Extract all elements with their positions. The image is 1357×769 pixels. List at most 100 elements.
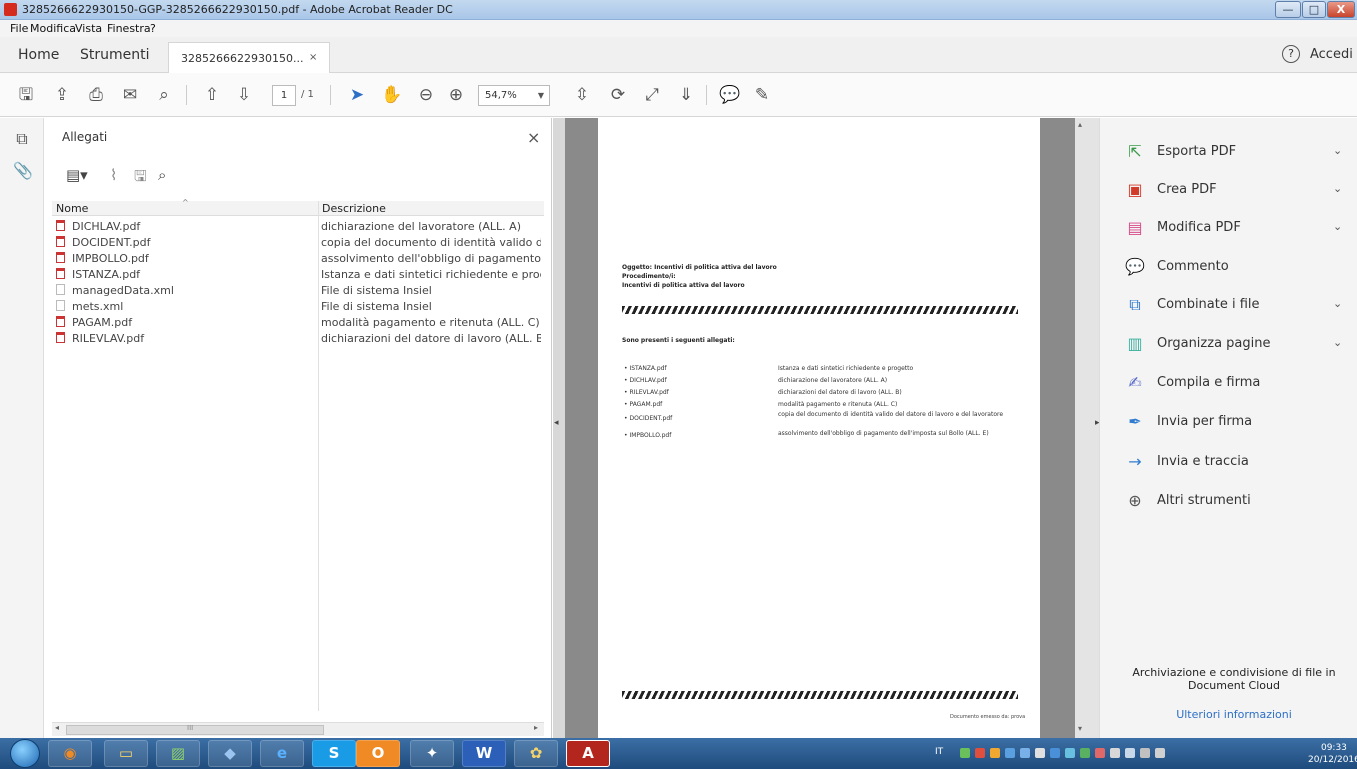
file-row[interactable]: IMPBOLLO.pdf assolvimento dell'obbligo d…	[52, 251, 544, 267]
tab-tools[interactable]: Strumenti	[80, 47, 150, 63]
menu-help[interactable]: ?	[150, 22, 156, 35]
close-icon[interactable]: ×	[527, 128, 540, 147]
app-icon[interactable]: ◆	[208, 740, 252, 767]
chevron-down-icon[interactable]: ⌄	[1333, 144, 1342, 157]
chevron-down-icon[interactable]: ⌄	[1333, 220, 1342, 233]
email-icon[interactable]: ✉	[118, 83, 142, 107]
scroll-mode-icon[interactable]: ⇓	[674, 83, 698, 107]
tray-icon[interactable]	[1080, 748, 1090, 758]
rotate-icon[interactable]: ⟳	[606, 83, 630, 107]
save-icon[interactable]: 🖫	[14, 83, 38, 107]
start-button[interactable]	[10, 739, 40, 768]
tab-close-icon[interactable]: ×	[309, 52, 317, 63]
search-attachment-icon[interactable]: ⌕	[158, 166, 166, 184]
paint-icon[interactable]: ✿	[514, 740, 558, 767]
tray-icon[interactable]	[975, 748, 985, 758]
page-thumbnails-icon[interactable]: ⧉	[13, 130, 31, 148]
menu-modifica[interactable]: Modifica	[30, 22, 76, 35]
chevron-down-icon[interactable]: ⌄	[1333, 297, 1342, 310]
tray-icon[interactable]	[1005, 748, 1015, 758]
upload-icon[interactable]: ⇪	[50, 83, 74, 107]
zoom-select[interactable]: 54,7% ▼	[478, 85, 550, 106]
options-menu-icon[interactable]: ▤▾	[66, 166, 88, 184]
word-icon[interactable]: W	[462, 740, 506, 767]
scroll-right-icon[interactable]: ▸	[534, 723, 538, 732]
tray-icon[interactable]	[1035, 748, 1045, 758]
tool-export-pdf[interactable]: ⇱ Esporta PDF ⌄	[1100, 138, 1357, 166]
chevron-down-icon[interactable]: ⌄	[1333, 182, 1342, 195]
zoom-out-icon[interactable]: ⊖	[414, 83, 438, 107]
maximize-button[interactable]: □	[1302, 1, 1326, 18]
file-row[interactable]: DICHLAV.pdf dichiarazione del lavoratore…	[52, 219, 544, 235]
outlook-icon[interactable]: O	[356, 740, 400, 767]
explorer-folder-icon[interactable]: ▭	[104, 740, 148, 767]
file-row[interactable]: DOCIDENT.pdf copia del documento di iden…	[52, 235, 544, 251]
page-up-icon[interactable]: ⇧	[200, 83, 224, 107]
search-icon[interactable]: ⌕	[152, 83, 176, 107]
tool-comment[interactable]: 💬 Commento	[1100, 253, 1357, 281]
comment-icon[interactable]: 💬	[718, 83, 742, 107]
tab-home[interactable]: Home	[18, 47, 59, 63]
chevron-down-icon[interactable]: ⌄	[1333, 336, 1342, 349]
file-row[interactable]: ISTANZA.pdf Istanza e dati sintetici ric…	[52, 267, 544, 283]
tool-send-track[interactable]: → Invia e traccia	[1100, 448, 1357, 476]
scroll-left-icon[interactable]: ◂	[55, 723, 59, 732]
tool-fill-sign[interactable]: ✍ Compila e firma	[1100, 369, 1357, 397]
menu-finestra[interactable]: Finestra	[107, 22, 151, 35]
menu-file[interactable]: File	[10, 22, 28, 35]
internet-explorer-icon[interactable]: e	[260, 740, 304, 767]
firefox-icon[interactable]: ◉	[48, 740, 92, 767]
tray-icon[interactable]	[990, 748, 1000, 758]
page-down-icon[interactable]: ⇩	[232, 83, 256, 107]
file-row[interactable]: managedData.xml File di sistema Insiel	[52, 283, 544, 299]
file-row[interactable]: RILEVLAV.pdf dichiarazioni del datore di…	[52, 331, 544, 347]
more-info-link[interactable]: Ulteriori informazioni	[1114, 708, 1354, 721]
attachments-paperclip-icon[interactable]: 📎	[13, 162, 33, 180]
fit-page-icon[interactable]: ⇳	[570, 83, 594, 107]
tool-combine-files[interactable]: ⧉ Combinate i file ⌄	[1100, 291, 1357, 319]
app2-icon[interactable]: ✦	[410, 740, 454, 767]
tool-more-tools[interactable]: ⊕ Altri strumenti	[1100, 487, 1357, 515]
signin-link[interactable]: Accedi	[1310, 47, 1353, 62]
left-collapse-gutter[interactable]: ◂	[553, 118, 565, 738]
acrobat-icon[interactable]: A	[566, 740, 610, 767]
scrollbar-thumb[interactable]: III	[66, 724, 324, 735]
tray-icon[interactable]	[960, 748, 970, 758]
tab-document[interactable]: 3285266622930150... ×	[168, 42, 330, 73]
select-arrow-icon[interactable]: ➤	[345, 83, 369, 107]
image-app-icon[interactable]: ▨	[156, 740, 200, 767]
tray-icon[interactable]	[1020, 748, 1030, 758]
language-indicator[interactable]: IT	[935, 747, 943, 757]
page-number-input[interactable]: 1	[272, 85, 296, 106]
horizontal-scrollbar[interactable]: ◂ III ▸	[52, 722, 544, 736]
help-icon[interactable]: ?	[1282, 45, 1300, 63]
flag-icon[interactable]	[1110, 748, 1120, 758]
menu-vista[interactable]: Vista	[75, 22, 102, 35]
hand-icon[interactable]: ✋	[380, 83, 404, 107]
signal-icon[interactable]	[1140, 748, 1150, 758]
fullscreen-icon[interactable]: ⤢	[640, 83, 664, 107]
save-attachment-icon[interactable]: 🖫	[134, 166, 147, 191]
minimize-button[interactable]: —	[1275, 1, 1301, 18]
network-icon[interactable]	[1125, 748, 1135, 758]
volume-icon[interactable]	[1155, 748, 1165, 758]
tool-organize-pages[interactable]: ▥ Organizza pagine ⌄	[1100, 330, 1357, 358]
right-collapse-gutter[interactable]: ▴ ▸ ▾	[1075, 118, 1100, 738]
print-icon[interactable]: ⎙	[84, 83, 108, 107]
tool-edit-pdf[interactable]: ▤ Modifica PDF ⌄	[1100, 214, 1357, 242]
highlight-pen-icon[interactable]: ✎	[750, 83, 774, 107]
skype-icon[interactable]: S	[312, 740, 356, 767]
tray-icon[interactable]	[1065, 748, 1075, 758]
col-name-header[interactable]: Nome	[56, 202, 88, 215]
zoom-in-icon[interactable]: ⊕	[444, 83, 468, 107]
file-row[interactable]: PAGAM.pdf modalità pagamento e ritenuta …	[52, 315, 544, 331]
close-window-button[interactable]: X	[1327, 1, 1355, 18]
tray-icon[interactable]	[1095, 748, 1105, 758]
tray-icon[interactable]	[1050, 748, 1060, 758]
file-row[interactable]: mets.xml File di sistema Insiel	[52, 299, 544, 315]
clock[interactable]: 09:33 20/12/2016	[1308, 742, 1357, 766]
tool-send-for-signature[interactable]: ✒ Invia per firma	[1100, 408, 1357, 436]
tool-create-pdf[interactable]: ▣ Crea PDF ⌄	[1100, 176, 1357, 204]
add-attachment-icon[interactable]: ⌇	[110, 166, 117, 184]
col-desc-header[interactable]: Descrizione	[322, 202, 386, 215]
